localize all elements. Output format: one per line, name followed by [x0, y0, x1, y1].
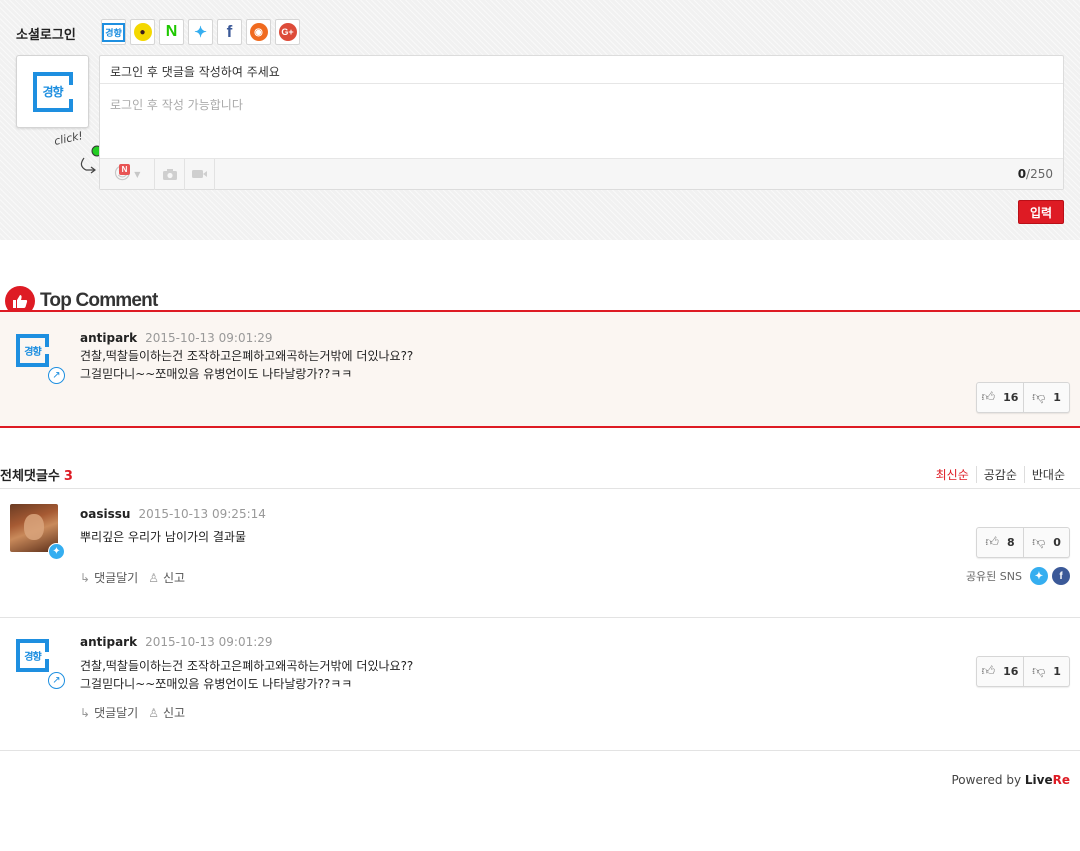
editor-toolbar: ☺ N ▼ [100, 158, 1063, 190]
comment-author[interactable]: antipark 2015-10-13 09:01:29 [80, 331, 273, 345]
twitter-login-icon[interactable]: ✦ [188, 19, 213, 45]
thumbs-up-icon: 👍︎ [985, 535, 999, 550]
dislike-button[interactable]: 👎︎ 0 [1023, 528, 1069, 557]
facebook-login-icon[interactable]: f [217, 19, 242, 45]
social-login-title: 소셜로그인 [16, 28, 76, 43]
caret-down-icon: ▼ [134, 169, 141, 179]
person-icon: ♙ [148, 571, 159, 585]
dislike-button[interactable]: 👎︎ 1 [1023, 657, 1069, 686]
video-upload-button[interactable] [185, 158, 215, 190]
reply-button[interactable]: ↳ 댓글달기 [80, 569, 138, 586]
naver-login-icon[interactable]: N [159, 19, 184, 45]
report-button[interactable]: ♙ 신고 [148, 569, 185, 586]
comment-avatar[interactable]: 경향 ↗ [10, 633, 65, 689]
comment-textarea[interactable]: 로그인 후 작성 가능합니다 [100, 84, 1063, 159]
twitter-icon[interactable]: ✦ [1030, 567, 1048, 585]
comment-date: 2015-10-13 09:01:29 [145, 635, 273, 649]
vote-buttons: 👍︎ 8 👎︎ 0 [976, 527, 1070, 558]
total-count: 3 [63, 469, 73, 484]
powered-by[interactable]: Powered by LiveRe [952, 773, 1071, 787]
kyunghyang-badge-icon: ↗ [48, 367, 65, 384]
comment-avatar[interactable]: ✦ [10, 504, 65, 560]
kyunghyang-badge-icon: ↗ [48, 672, 65, 689]
dislike-button[interactable]: 👎︎ 1 [1023, 383, 1069, 412]
thumbs-up-icon: 👍︎ [981, 664, 996, 679]
sort-tabs: 최신순 공감순 반대순 [929, 466, 1072, 483]
comment-write-area: 소셜로그인 경향 ● N ✦ f ◉ G+ 경향 click! 로그인 후 댓글… [0, 0, 1080, 240]
reply-arrow-icon: ↳ [80, 706, 91, 720]
new-badge: N [119, 163, 130, 175]
comment-text: 견찰,떡찰들이하는건 조작하고은폐하고왜곡하는거밖에 더있나요?? 그걸믿다니~… [80, 659, 414, 691]
char-counter: 0/250 [1017, 167, 1053, 181]
vote-buttons: 👍︎ 16 👎︎ 1 [976, 656, 1070, 687]
top-comment-box: 경향 ↗ antipark 2015-10-13 09:01:29 견찰,떡찰들이… [0, 310, 1080, 428]
kakao-login-icon[interactable]: ● [130, 19, 155, 45]
emoticon-button[interactable]: ☺ N ▼ [100, 158, 155, 190]
google-plus-login-icon[interactable]: G+ [275, 19, 300, 45]
comment-actions: ↳ 댓글달기 ♙ 신고 [80, 704, 185, 721]
reply-button[interactable]: ↳ 댓글달기 [80, 704, 138, 721]
comment-list-header: 전체댓글수 3 최신순 공감순 반대순 [0, 462, 1080, 489]
comment-item: 경향 ↗ antipark 2015-10-13 09:01:29 견찰,떡찰들이… [0, 618, 1080, 750]
thumbs-down-icon: 👎︎ [1032, 390, 1046, 405]
sort-likes[interactable]: 공감순 [975, 466, 1024, 483]
comment-date: 2015-10-13 09:25:14 [138, 507, 266, 521]
sort-dislikes[interactable]: 반대순 [1023, 466, 1072, 483]
like-button[interactable]: 👍︎ 16 [977, 383, 1023, 412]
total-comments: 전체댓글수 3 [0, 469, 73, 484]
twitter-badge-icon: ✦ [48, 543, 65, 560]
editor-login-notice: 로그인 후 댓글을 작성하여 주세요 [100, 56, 1063, 84]
livere-logo: LiveRe [1024, 773, 1070, 787]
comment-text: 뿌리깊은 우리가 남이가의 결과물 [80, 530, 247, 544]
comment-text: 견찰,떡찰들이하는건 조작하고은폐하고왜곡하는거밖에 더있나요?? 그걸믿다니~… [80, 349, 414, 381]
video-camera-icon [192, 170, 207, 178]
kyunghyang-login-icon[interactable]: 경향 [101, 19, 126, 45]
submit-button[interactable]: 입력 [1018, 200, 1064, 224]
report-button[interactable]: ♙ 신고 [148, 704, 185, 721]
comment-date: 2015-10-13 09:01:29 [145, 331, 273, 345]
person-icon: ♙ [148, 706, 159, 720]
thumbs-up-icon: 👍︎ [981, 390, 996, 405]
like-button[interactable]: 👍︎ 8 [977, 528, 1023, 557]
shared-sns: 공유된 SNS ✦ f [966, 567, 1070, 585]
thumbs-down-icon: 👎︎ [1032, 664, 1046, 679]
comment-avatar[interactable]: 경향 ↗ [10, 328, 65, 384]
camera-icon [162, 168, 177, 180]
kyunghyang-logo-icon: 경향 [16, 334, 49, 367]
divider [0, 750, 1080, 751]
comment-item: ✦ oasissu 2015-10-13 09:25:14 뿌리깊은 우리가 남이… [0, 489, 1080, 617]
comment-editor[interactable]: 로그인 후 댓글을 작성하여 주세요 로그인 후 작성 가능합니다 ☺ N ▼ … [99, 55, 1064, 190]
kyunghyang-logo-icon: 경향 [16, 639, 49, 672]
like-button[interactable]: 👍︎ 16 [977, 657, 1023, 686]
top-comment-title: Top Comment [40, 290, 158, 311]
comment-author[interactable]: oasissu 2015-10-13 09:25:14 [80, 507, 266, 521]
photo-upload-button[interactable] [155, 158, 185, 190]
vote-buttons: 👍︎ 16 👎︎ 1 [976, 382, 1070, 413]
comment-actions: ↳ 댓글달기 ♙ 신고 [80, 569, 185, 586]
weibo-login-icon[interactable]: ◉ [246, 19, 271, 45]
sort-latest[interactable]: 최신순 [929, 466, 976, 483]
social-login-icons: 경향 ● N ✦ f ◉ G+ [101, 19, 300, 45]
reply-arrow-icon: ↳ [80, 571, 91, 585]
comment-author[interactable]: antipark 2015-10-13 09:01:29 [80, 635, 273, 649]
thumbs-down-icon: 👎︎ [1032, 535, 1046, 550]
shared-sns-label: 공유된 SNS [965, 570, 1022, 583]
facebook-icon[interactable]: f [1052, 567, 1070, 585]
kyunghyang-logo-icon: 경향 [32, 71, 73, 112]
